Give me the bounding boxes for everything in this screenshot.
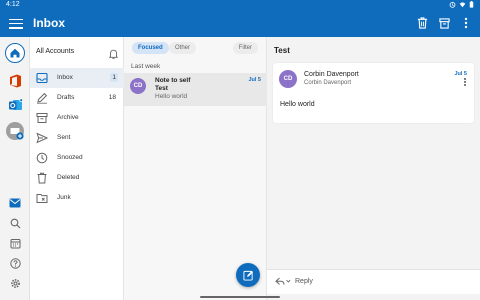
archive-button[interactable] [436, 15, 452, 31]
sender-name[interactable]: Corbin Davenport [304, 71, 359, 78]
sender-avatar[interactable]: CD [279, 70, 297, 88]
message-card: CD Corbin Davenport Corbin Davenport Jul… [273, 63, 474, 123]
mail-icon [9, 198, 21, 208]
wifi-icon [459, 2, 466, 8]
compose-button[interactable] [236, 263, 260, 287]
delete-button[interactable] [414, 15, 430, 31]
battery-icon [469, 1, 474, 8]
notification-button[interactable] [108, 46, 119, 64]
archive-icon [36, 113, 48, 123]
message-more-icon[interactable] [462, 78, 468, 88]
folder-item-junk[interactable]: Junk [30, 188, 124, 208]
reading-pane: Test CD Corbin Davenport Corbin Davenpor… [267, 37, 480, 300]
home-button[interactable] [5, 43, 25, 63]
folder-label: Junk [57, 194, 71, 201]
home-icon [5, 43, 25, 63]
status-time: 4:12 [6, 1, 20, 8]
search-icon [10, 218, 20, 228]
tab-other[interactable]: Other [169, 42, 197, 54]
folder-label: Deleted [57, 174, 80, 181]
folder-label: Snoozed [57, 154, 83, 161]
folder-item-drafts[interactable]: Drafts 18 [30, 88, 124, 108]
outlook-icon [8, 97, 23, 110]
account-label: All Accounts [36, 48, 75, 55]
page-title: Inbox [33, 16, 65, 30]
folder-item-sent[interactable]: Sent [30, 128, 124, 148]
compose-icon [242, 270, 253, 281]
calendar-nav-button[interactable] [5, 233, 25, 253]
delete-icon [417, 17, 427, 29]
folder-count: 1 [110, 73, 118, 82]
message-sender: Note to self [155, 77, 191, 84]
message-preview: Hello world [155, 93, 188, 100]
reply-icon [275, 277, 291, 285]
hamburger-menu-icon[interactable] [9, 16, 23, 30]
junk-icon [36, 194, 48, 203]
message-date: Jul 5 [454, 71, 467, 77]
help-button[interactable] [5, 253, 25, 273]
folder-count: 18 [108, 94, 116, 101]
snoozed-icon [36, 152, 48, 164]
avatar: CD [130, 78, 146, 94]
folder-label: Inbox [57, 74, 73, 81]
add-account-button[interactable] [5, 121, 25, 141]
outlook-account-button[interactable] [5, 95, 25, 115]
app-bar: Inbox [0, 10, 480, 37]
search-nav-button[interactable] [5, 213, 25, 233]
bell-icon [108, 49, 119, 59]
more-options-button[interactable] [458, 15, 474, 31]
mail-nav-button[interactable] [5, 193, 25, 213]
folder-item-archive[interactable]: Archive [30, 108, 124, 128]
folder-pane: All Accounts Inbox 1 Drafts 18 Archive S… [30, 37, 124, 300]
folder-label: Drafts [57, 94, 75, 101]
settings-button[interactable] [5, 273, 25, 293]
office-icon [9, 74, 21, 88]
add-account-icon [6, 122, 24, 140]
folder-label: Sent [57, 134, 71, 141]
message-subject: Test [155, 85, 168, 92]
reply-bar[interactable]: Reply [267, 269, 480, 294]
section-header: Last week [131, 63, 161, 70]
deleted-icon [37, 172, 47, 184]
message-body: Hello world [280, 101, 315, 108]
sender-address: Corbin Davenport [304, 80, 352, 86]
tab-focused[interactable]: Focused [132, 42, 169, 54]
gesture-nav-bar[interactable] [200, 296, 280, 298]
settings-icon [10, 278, 20, 288]
reply-label: Reply [295, 278, 313, 285]
alarm-icon [449, 1, 456, 8]
folder-item-inbox[interactable]: Inbox 1 [30, 68, 124, 88]
folder-item-snoozed[interactable]: Snoozed [30, 148, 124, 168]
drafts-icon [37, 92, 48, 104]
calendar-icon [10, 238, 20, 248]
filter-button[interactable]: Filter [232, 42, 258, 54]
folder-label: Archive [57, 114, 79, 121]
message-list-item[interactable]: CD Note to self Jul 5 Test Hello world [124, 73, 267, 106]
folder-item-deleted[interactable]: Deleted [30, 168, 124, 188]
inbox-icon [36, 72, 48, 84]
message-date: Jul 5 [248, 77, 261, 83]
more-vert-icon [464, 17, 468, 29]
archive-icon [438, 17, 450, 29]
app-bar-actions [414, 15, 474, 31]
system-icons [449, 1, 474, 10]
account-rail [0, 37, 30, 300]
conversation-subject: Test [274, 46, 290, 55]
office-account-button[interactable] [5, 71, 25, 91]
sent-icon [36, 132, 48, 144]
message-list-pane: Focused Other Filter Last week CD Note t… [124, 37, 267, 300]
status-bar: 4:12 [0, 0, 480, 10]
help-icon [9, 257, 21, 269]
